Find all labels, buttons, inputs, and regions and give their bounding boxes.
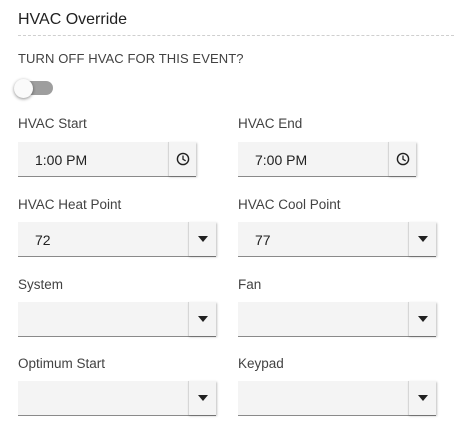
system-label: System <box>18 277 64 292</box>
heat-point-dropdown-button[interactable] <box>188 222 216 256</box>
fan-label: Fan <box>238 277 262 292</box>
hvac-end-value: 7:00 PM <box>255 152 308 168</box>
caret-down-icon <box>197 316 208 322</box>
clock-icon <box>176 152 189 166</box>
hvac-end-input[interactable]: 7:00 PM <box>238 142 416 177</box>
optimum-start-select[interactable] <box>18 381 216 416</box>
fan-select[interactable] <box>238 302 436 337</box>
cool-point-dropdown-button[interactable] <box>408 222 436 256</box>
section-title: HVAC Override <box>18 11 128 28</box>
optimum-start-label: Optimum Start <box>18 356 106 371</box>
clock-icon <box>396 152 409 166</box>
turn-off-hvac-toggle[interactable] <box>14 79 54 98</box>
caret-down-icon <box>197 395 208 401</box>
cool-point-value: 77 <box>255 232 271 248</box>
hvac-start-value: 1:00 PM <box>35 152 88 168</box>
keypad-select[interactable] <box>238 381 436 416</box>
hvac-start-label: HVAC Start <box>18 116 87 131</box>
keypad-label: Keypad <box>238 356 284 371</box>
toggle-thumb <box>14 79 33 98</box>
keypad-dropdown-button[interactable] <box>408 381 436 415</box>
turn-off-hvac-question: TURN OFF HVAC FOR THIS EVENT? <box>18 51 244 66</box>
caret-down-icon <box>417 236 428 242</box>
system-dropdown-button[interactable] <box>188 302 216 336</box>
hvac-start-time-button[interactable] <box>168 142 196 176</box>
cool-point-select[interactable]: 77 <box>238 222 436 257</box>
caret-down-icon <box>197 236 208 242</box>
hvac-end-time-button[interactable] <box>388 142 416 176</box>
caret-down-icon <box>417 316 428 322</box>
caret-down-icon <box>417 395 428 401</box>
hvac-start-input[interactable]: 1:00 PM <box>18 142 196 177</box>
title-divider <box>18 35 454 36</box>
hvac-end-label: HVAC End <box>238 116 303 131</box>
heat-point-label: HVAC Heat Point <box>18 197 122 212</box>
fan-dropdown-button[interactable] <box>408 302 436 336</box>
heat-point-select[interactable]: 72 <box>18 222 216 257</box>
cool-point-label: HVAC Cool Point <box>238 197 341 212</box>
optimum-start-dropdown-button[interactable] <box>188 381 216 415</box>
system-select[interactable] <box>18 302 216 337</box>
heat-point-value: 72 <box>35 232 51 248</box>
